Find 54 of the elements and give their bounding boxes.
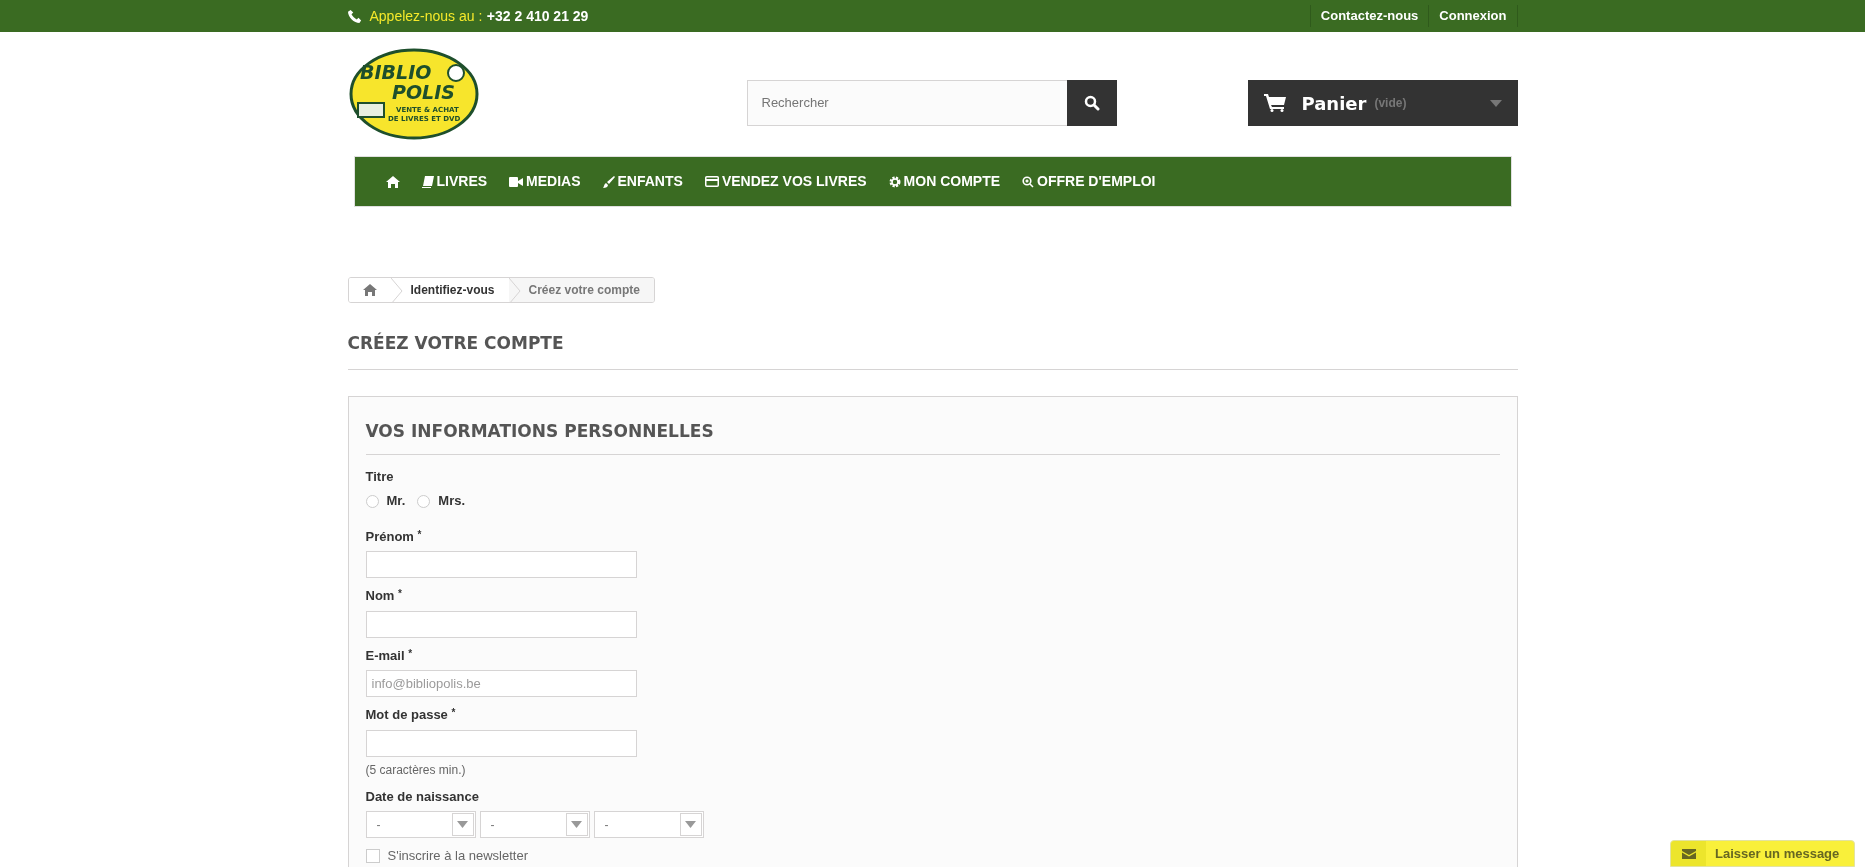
credit-card-icon xyxy=(704,176,719,187)
input-field[interactable] xyxy=(365,610,637,638)
home-icon xyxy=(362,284,377,296)
menu-link[interactable]: OFFRE D'EMPLOI xyxy=(1011,171,1167,192)
cart-icon xyxy=(1263,94,1286,112)
section-title: VOS INFORMATIONS PERSONNELLES xyxy=(365,421,1500,455)
field-label: Date de naissance xyxy=(365,787,480,806)
field-label: Nom * xyxy=(365,587,403,606)
search-button[interactable] xyxy=(1066,80,1117,126)
radio-label: Mr. xyxy=(386,492,406,511)
call-label: Appelez-nous au : xyxy=(369,8,483,24)
brush-icon xyxy=(602,175,615,188)
cart-button[interactable]: Panier (vide) xyxy=(1247,80,1518,126)
gear-icon xyxy=(888,175,901,188)
menu-link[interactable]: MON COMPTE xyxy=(877,171,1012,192)
input-field[interactable] xyxy=(365,729,637,757)
menu-link[interactable]: MEDIAS xyxy=(498,171,592,192)
caret-icon xyxy=(457,821,468,829)
search-icon xyxy=(1083,95,1100,111)
caret-icon xyxy=(1489,99,1502,107)
phone-icon xyxy=(347,9,362,23)
top-link[interactable]: Connexion xyxy=(1428,5,1518,27)
cart-label: Panier xyxy=(1301,91,1367,116)
hint-text: (5 caractères min.) xyxy=(365,761,467,779)
checkbox-label: S'inscrire à la newsletter xyxy=(387,847,528,866)
top-link[interactable]: Contactez-nous xyxy=(1309,5,1429,27)
title-label: Titre xyxy=(365,467,395,486)
checkbox[interactable] xyxy=(365,849,380,864)
dropdown[interactable]: - xyxy=(593,811,704,839)
zoom-icon xyxy=(1022,175,1035,188)
field-label: Prénom * xyxy=(365,527,423,546)
envelope-icon xyxy=(1681,848,1696,859)
caret-icon xyxy=(571,821,582,829)
search-field[interactable]: Rechercher xyxy=(746,80,1067,126)
menu-link[interactable]: ENFANTS xyxy=(591,171,694,192)
chat-button[interactable]: Laisser un message xyxy=(1670,840,1855,867)
caret-icon xyxy=(685,821,696,829)
home-icon xyxy=(385,175,400,188)
menu-link[interactable]: LIVRES xyxy=(410,171,499,192)
radio-button[interactable] xyxy=(365,494,379,508)
video-camera-icon xyxy=(509,176,524,187)
radio-button[interactable] xyxy=(417,494,431,508)
dropdown[interactable]: - xyxy=(365,811,476,839)
cart-status: (vide) xyxy=(1374,95,1407,112)
radio-label: Mrs. xyxy=(438,492,466,511)
field-label: Mot de passe * xyxy=(365,706,457,725)
phone-number: +32 2 410 21 29 xyxy=(486,8,589,24)
menu-link[interactable]: VENDEZ VOS LIVRES xyxy=(693,171,878,192)
book-icon xyxy=(421,175,434,188)
page-title: CRÉEZ VOTRE COMPTE xyxy=(347,333,1518,371)
breadcrumb-link[interactable]: Créez votre compte xyxy=(520,278,654,302)
input-field[interactable] xyxy=(365,551,637,579)
dropdown[interactable]: - xyxy=(479,811,590,839)
field-label: E-mail * xyxy=(365,646,414,665)
